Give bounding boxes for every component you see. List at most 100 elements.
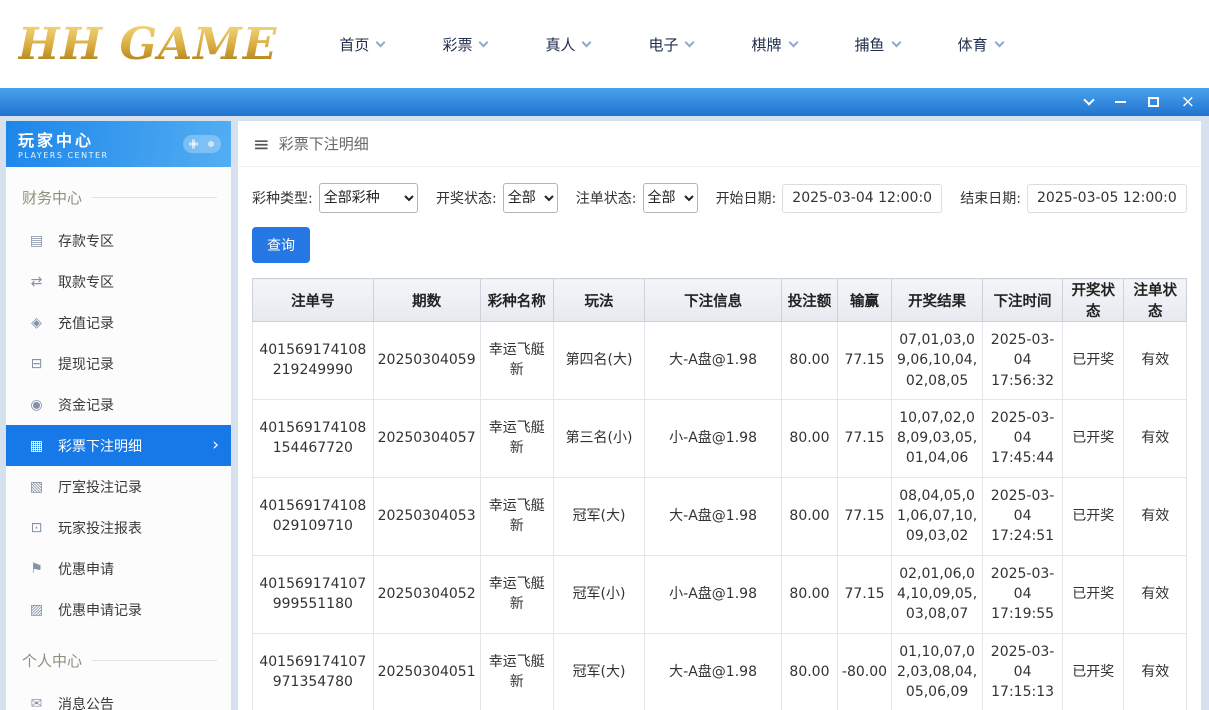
sidebar-item-label: 彩票下注明细 xyxy=(58,436,142,456)
main-panel: ≡ 彩票下注明细 彩种类型: 全部彩种 开奖状态: 全部 注单状态: 全部 xyxy=(238,121,1201,710)
draw-status-select[interactable]: 全部 xyxy=(503,183,558,213)
sidebar-item-messages[interactable]: ✉ 消息公告 xyxy=(6,683,231,710)
order-status-select[interactable]: 全部 xyxy=(643,183,698,213)
nav-item-label: 真人 xyxy=(545,34,575,55)
nav-item-fishing[interactable]: 捕鱼 xyxy=(855,34,900,55)
table-cell: 20250304051 xyxy=(373,633,480,710)
nav-item-label: 首页 xyxy=(339,34,369,55)
sidebar-item-label: 资金记录 xyxy=(58,395,114,415)
table-cell: 2025-03-04 17:15:13 xyxy=(983,633,1063,710)
column-header: 下注时间 xyxy=(983,279,1063,322)
column-header: 玩法 xyxy=(553,279,644,322)
nav-item-lottery[interactable]: 彩票 xyxy=(442,34,487,55)
chevron-down-icon xyxy=(994,37,1004,47)
page-title: 彩票下注明细 xyxy=(279,133,369,154)
nav-item-label: 体育 xyxy=(958,34,988,55)
sidebar-item-recharge-records[interactable]: ◈ 充值记录 xyxy=(6,302,231,343)
table-cell: 08,04,05,01,06,07,10,09,03,02 xyxy=(892,477,983,555)
table-cell: 2025-03-04 17:45:44 xyxy=(983,399,1063,477)
query-button[interactable]: 查询 xyxy=(252,227,310,263)
table-cell: 已开奖 xyxy=(1063,633,1124,710)
chevron-down-icon xyxy=(479,37,489,47)
nav-item-live[interactable]: 真人 xyxy=(545,34,590,55)
sidebar-item-promo-apply-records[interactable]: ▨ 优惠申请记录 xyxy=(6,589,231,630)
sidebar-item-lottery-bet-details[interactable]: ▦ 彩票下注明细 › xyxy=(6,425,231,466)
window-title-bar: × xyxy=(0,88,1209,116)
sidebar-section-finance: 财务中心 xyxy=(6,167,231,220)
draw-status-label: 开奖状态: xyxy=(436,188,497,208)
column-header: 投注额 xyxy=(782,279,838,322)
chevron-down-icon xyxy=(685,37,695,47)
table-cell: 大-A盘@1.98 xyxy=(645,477,782,555)
lottery-bets-icon: ▦ xyxy=(28,438,45,454)
sidebar-item-hall-bet-records[interactable]: ▧ 厅室投注记录 xyxy=(6,466,231,507)
table-cell: 401569174108219249990 xyxy=(253,322,374,400)
sidebar-item-promo-apply[interactable]: ⚑ 优惠申请 xyxy=(6,548,231,589)
filter-bar: 彩种类型: 全部彩种 开奖状态: 全部 注单状态: 全部 开始日期: 结束日期: xyxy=(238,167,1201,263)
content-region: 玩家中心 PLAYERS CENTER 财务中心 ▤ 存款专区 ⇄ xyxy=(0,116,1209,710)
sidebar-item-player-bet-report[interactable]: ⊡ 玩家投注报表 xyxy=(6,507,231,548)
sidebar-item-label: 厅室投注记录 xyxy=(58,477,142,497)
chevron-down-icon xyxy=(376,37,386,47)
table-cell: 冠军(小) xyxy=(553,555,644,633)
table-cell: 80.00 xyxy=(782,322,838,400)
funds-record-icon: ◉ xyxy=(28,397,45,413)
table-header-row: 注单号期数彩种名称玩法下注信息投注额输赢开奖结果下注时间开奖状态注单状态 xyxy=(253,279,1187,322)
nav-item-label: 棋牌 xyxy=(751,34,781,55)
table-cell: 有效 xyxy=(1124,555,1187,633)
promo-apply-icon: ⚑ xyxy=(28,561,45,577)
bell-icon: ✉ xyxy=(28,696,45,710)
player-report-icon: ⊡ xyxy=(28,520,45,536)
table-cell: 小-A盘@1.98 xyxy=(645,555,782,633)
table-cell: 已开奖 xyxy=(1063,555,1124,633)
sidebar-item-withdrawal-records[interactable]: ⊟ 提现记录 xyxy=(6,343,231,384)
table-cell: 77.15 xyxy=(837,322,891,400)
bets-table-wrap: 注单号期数彩种名称玩法下注信息投注额输赢开奖结果下注时间开奖状态注单状态 401… xyxy=(238,263,1201,710)
top-nav: 首页 彩票 真人 电子 棋牌 捕鱼 xyxy=(339,34,1002,55)
chevron-down-icon xyxy=(891,37,901,47)
chevron-down-icon xyxy=(788,37,798,47)
deposit-icon: ▤ xyxy=(28,233,45,249)
nav-item-boardgames[interactable]: 棋牌 xyxy=(751,34,796,55)
table-cell: 有效 xyxy=(1124,399,1187,477)
sidebar-item-label: 充值记录 xyxy=(58,313,114,333)
app-window: HH GAME 首页 彩票 真人 电子 棋牌 捕鱼 xyxy=(0,0,1209,710)
table-cell: 20250304052 xyxy=(373,555,480,633)
table-cell: 幸运飞艇新 xyxy=(480,399,553,477)
table-cell: 幸运飞艇新 xyxy=(480,633,553,710)
chevron-down-icon xyxy=(582,37,592,47)
collapse-icon[interactable] xyxy=(1083,94,1094,105)
minimize-icon[interactable] xyxy=(1115,101,1126,103)
table-cell: 2025-03-04 17:19:55 xyxy=(983,555,1063,633)
end-date-input[interactable] xyxy=(1027,184,1187,213)
sidebar-header: 玩家中心 PLAYERS CENTER xyxy=(6,121,231,167)
table-cell: 有效 xyxy=(1124,633,1187,710)
sidebar-item-funds-records[interactable]: ◉ 资金记录 xyxy=(6,384,231,425)
table-cell: 2025-03-04 17:24:51 xyxy=(983,477,1063,555)
table-cell: 20250304057 xyxy=(373,399,480,477)
table-cell: 01,10,07,02,03,08,04,05,06,09 xyxy=(892,633,983,710)
table-cell: 2025-03-04 17:56:32 xyxy=(983,322,1063,400)
nav-item-slots[interactable]: 电子 xyxy=(648,34,693,55)
table-row: 40156917410802910971020250304053幸运飞艇新冠军(… xyxy=(253,477,1187,555)
table-cell: 401569174107999551180 xyxy=(253,555,374,633)
nav-item-home[interactable]: 首页 xyxy=(339,34,384,55)
sidebar-item-deposit[interactable]: ▤ 存款专区 xyxy=(6,220,231,261)
table-row: 40156917410799955118020250304052幸运飞艇新冠军(… xyxy=(253,555,1187,633)
site-header: HH GAME 首页 彩票 真人 电子 棋牌 捕鱼 xyxy=(0,0,1209,88)
table-cell: -80.00 xyxy=(837,633,891,710)
table-cell: 401569174108029109710 xyxy=(253,477,374,555)
promo-record-icon: ▨ xyxy=(28,602,45,618)
table-cell: 冠军(大) xyxy=(553,477,644,555)
end-date-label: 结束日期: xyxy=(960,188,1021,208)
maximize-icon[interactable] xyxy=(1148,97,1159,107)
nav-item-sports[interactable]: 体育 xyxy=(958,34,1003,55)
table-row: 40156917410815446772020250304057幸运飞艇新第三名… xyxy=(253,399,1187,477)
table-cell: 80.00 xyxy=(782,633,838,710)
lottery-type-select[interactable]: 全部彩种 xyxy=(319,183,418,213)
close-icon[interactable]: × xyxy=(1181,94,1195,111)
bets-table: 注单号期数彩种名称玩法下注信息投注额输赢开奖结果下注时间开奖状态注单状态 401… xyxy=(252,278,1187,710)
start-date-label: 开始日期: xyxy=(716,188,777,208)
start-date-input[interactable] xyxy=(782,184,942,213)
sidebar-item-withdraw[interactable]: ⇄ 取款专区 xyxy=(6,261,231,302)
